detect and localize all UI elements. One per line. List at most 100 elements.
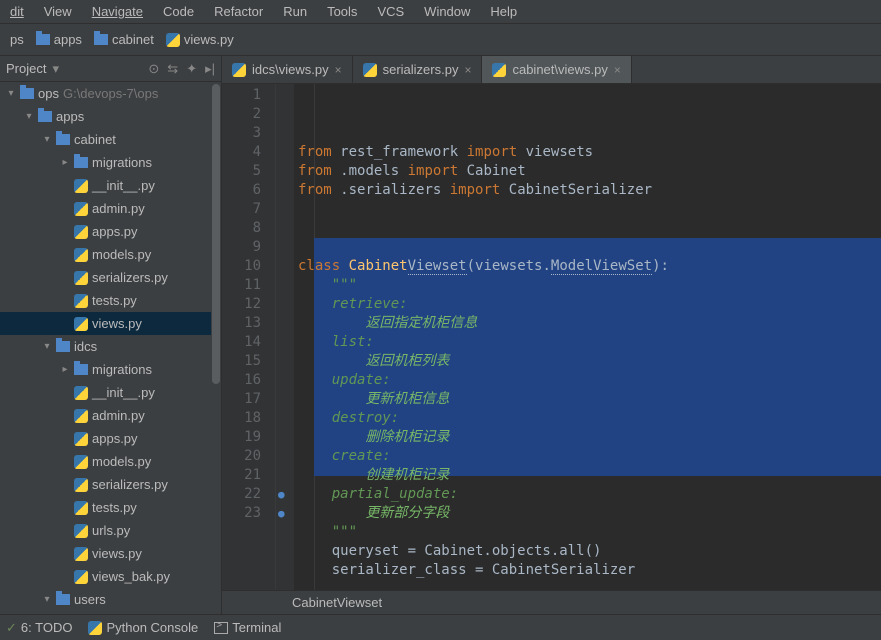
expand-arrow-icon[interactable]: ▸ [60, 157, 70, 168]
close-icon[interactable]: × [464, 63, 471, 77]
code-line[interactable]: queryset = Cabinet.objects.all() [294, 542, 881, 561]
python-file-icon [74, 294, 88, 308]
editor-tab[interactable]: cabinet\views.py× [482, 56, 631, 83]
bottom-tool-python-console[interactable]: Python Console [88, 620, 198, 635]
code-line[interactable]: update: [294, 371, 881, 390]
editor-tab[interactable]: serializers.py × [353, 56, 483, 83]
tree-label: apps.py [92, 431, 138, 446]
tree-item-admin-py[interactable]: admin.py [0, 197, 221, 220]
menu-view[interactable]: View [38, 2, 78, 21]
code-line[interactable] [294, 219, 881, 238]
menu-tools[interactable]: Tools [321, 2, 363, 21]
tree-item-apps-py[interactable]: apps.py [0, 220, 221, 243]
code-line[interactable]: 更新机柜信息 [294, 390, 881, 409]
code-line[interactable]: 更新部分字段 [294, 504, 881, 523]
tree-item-urls-py[interactable]: urls.py [0, 519, 221, 542]
tree-item-models-py[interactable]: models.py [0, 243, 221, 266]
tree-item-models-py[interactable]: models.py [0, 450, 221, 473]
tree-item-ops[interactable]: ▾ops G:\devops-7\ops [0, 82, 221, 105]
code-line[interactable]: 创建机柜记录 [294, 466, 881, 485]
project-tree[interactable]: ▾ops G:\devops-7\ops▾apps▾cabinet▸migrat… [0, 82, 221, 614]
expand-arrow-icon[interactable]: ▸ [60, 364, 70, 375]
tree-item-cabinet[interactable]: ▾cabinet [0, 128, 221, 151]
menu-refactor[interactable]: Refactor [208, 2, 269, 21]
breadcrumb-item[interactable]: ps [10, 32, 24, 47]
code-line[interactable]: from .models import Cabinet [294, 162, 881, 181]
crumb-class[interactable]: CabinetViewset [292, 595, 382, 610]
tree-item-admin-py[interactable]: admin.py [0, 404, 221, 427]
menu-run[interactable]: Run [277, 2, 313, 21]
editor-tab[interactable]: idcs\views.py× [222, 56, 353, 83]
tree-scrollbar[interactable] [211, 82, 221, 614]
code-line[interactable]: 删除机柜记录 [294, 428, 881, 447]
code-line[interactable]: 返回机柜列表 [294, 352, 881, 371]
expand-arrow-icon[interactable]: ▾ [42, 134, 52, 145]
python-file-icon [74, 179, 88, 193]
override-marker-icon[interactable]: ● [278, 504, 285, 523]
settings-icon[interactable]: ✦ [186, 61, 197, 77]
structure-breadcrumb[interactable]: CabinetViewset [222, 590, 881, 614]
menu-window[interactable]: Window [418, 2, 476, 21]
tree-item-apps-py[interactable]: apps.py [0, 427, 221, 450]
code-line[interactable]: """ [294, 276, 881, 295]
tree-item-apps[interactable]: ▾apps [0, 105, 221, 128]
tree-item-serializers-py[interactable]: serializers.py [0, 473, 221, 496]
expand-arrow-icon[interactable]: ▾ [6, 88, 16, 99]
menu-code[interactable]: Code [157, 2, 200, 21]
folder-icon [56, 134, 70, 145]
code-line[interactable]: """ [294, 523, 881, 542]
locate-icon[interactable]: ⊙ [148, 61, 159, 77]
menu-vcs[interactable]: VCS [371, 2, 410, 21]
folder-icon [56, 341, 70, 352]
scrollbar-thumb[interactable] [212, 84, 220, 384]
menu-navigate[interactable]: Navigate [86, 2, 149, 21]
menu-dit[interactable]: dit [4, 2, 30, 21]
dropdown-icon[interactable]: ▾ [52, 61, 59, 77]
code-line[interactable]: serializer_class = CabinetSerializer [294, 561, 881, 580]
code-content[interactable]: from rest_framework import viewsetsfrom … [294, 84, 881, 590]
code-line[interactable]: class CabinetViewset(viewsets.ModelViewS… [294, 257, 881, 276]
tree-item-tests-py[interactable]: tests.py [0, 496, 221, 519]
tree-item-migrations[interactable]: ▸migrations [0, 358, 221, 381]
code-line[interactable]: 返回指定机柜信息 [294, 314, 881, 333]
expand-arrow-icon[interactable]: ▾ [42, 594, 52, 605]
menu-help[interactable]: Help [484, 2, 523, 21]
code-editor[interactable]: 1234567891011121314151617181920212223 ●●… [222, 84, 881, 590]
breadcrumb-item[interactable]: apps [36, 32, 82, 47]
bottom-tool-terminal[interactable]: Terminal [214, 620, 281, 635]
tree-item-idcs[interactable]: ▾idcs [0, 335, 221, 358]
tree-item-views_bak-py[interactable]: views_bak.py [0, 565, 221, 588]
tree-label: models.py [92, 454, 151, 469]
code-line[interactable]: destroy: [294, 409, 881, 428]
code-line[interactable] [294, 238, 881, 257]
tree-label: admin.py [92, 201, 145, 216]
tree-item-views-py[interactable]: views.py [0, 542, 221, 565]
code-line[interactable]: from rest_framework import viewsets [294, 143, 881, 162]
code-line[interactable]: partial_update: [294, 485, 881, 504]
tab-label: serializers.py [383, 62, 459, 77]
python-file-icon [492, 63, 506, 77]
code-line[interactable]: list: [294, 333, 881, 352]
code-line[interactable]: retrieve: [294, 295, 881, 314]
expand-arrow-icon[interactable]: ▾ [42, 341, 52, 352]
code-line[interactable]: create: [294, 447, 881, 466]
py-icon [88, 621, 102, 635]
bottom-tool----todo[interactable]: ✓6: TODO [6, 620, 72, 636]
expand-arrow-icon[interactable]: ▾ [24, 111, 34, 122]
hide-icon[interactable]: ▸| [205, 61, 215, 77]
tree-item-tests-py[interactable]: tests.py [0, 289, 221, 312]
tree-item-serializers-py[interactable]: serializers.py [0, 266, 221, 289]
collapse-icon[interactable]: ⇆ [167, 61, 178, 77]
close-icon[interactable]: × [614, 63, 621, 77]
tree-item-__init__-py[interactable]: __init__.py [0, 381, 221, 404]
breadcrumb-item[interactable]: cabinet [94, 32, 154, 47]
breadcrumb-item[interactable]: views.py [166, 32, 234, 47]
code-line[interactable]: from .serializers import CabinetSerializ… [294, 181, 881, 200]
tree-item-users[interactable]: ▾users [0, 588, 221, 611]
tree-item-migrations[interactable]: ▸migrations [0, 151, 221, 174]
tree-item-views-py[interactable]: views.py [0, 312, 221, 335]
close-icon[interactable]: × [335, 63, 342, 77]
code-line[interactable] [294, 200, 881, 219]
override-marker-icon[interactable]: ● [278, 485, 285, 504]
tree-item-__init__-py[interactable]: __init__.py [0, 174, 221, 197]
